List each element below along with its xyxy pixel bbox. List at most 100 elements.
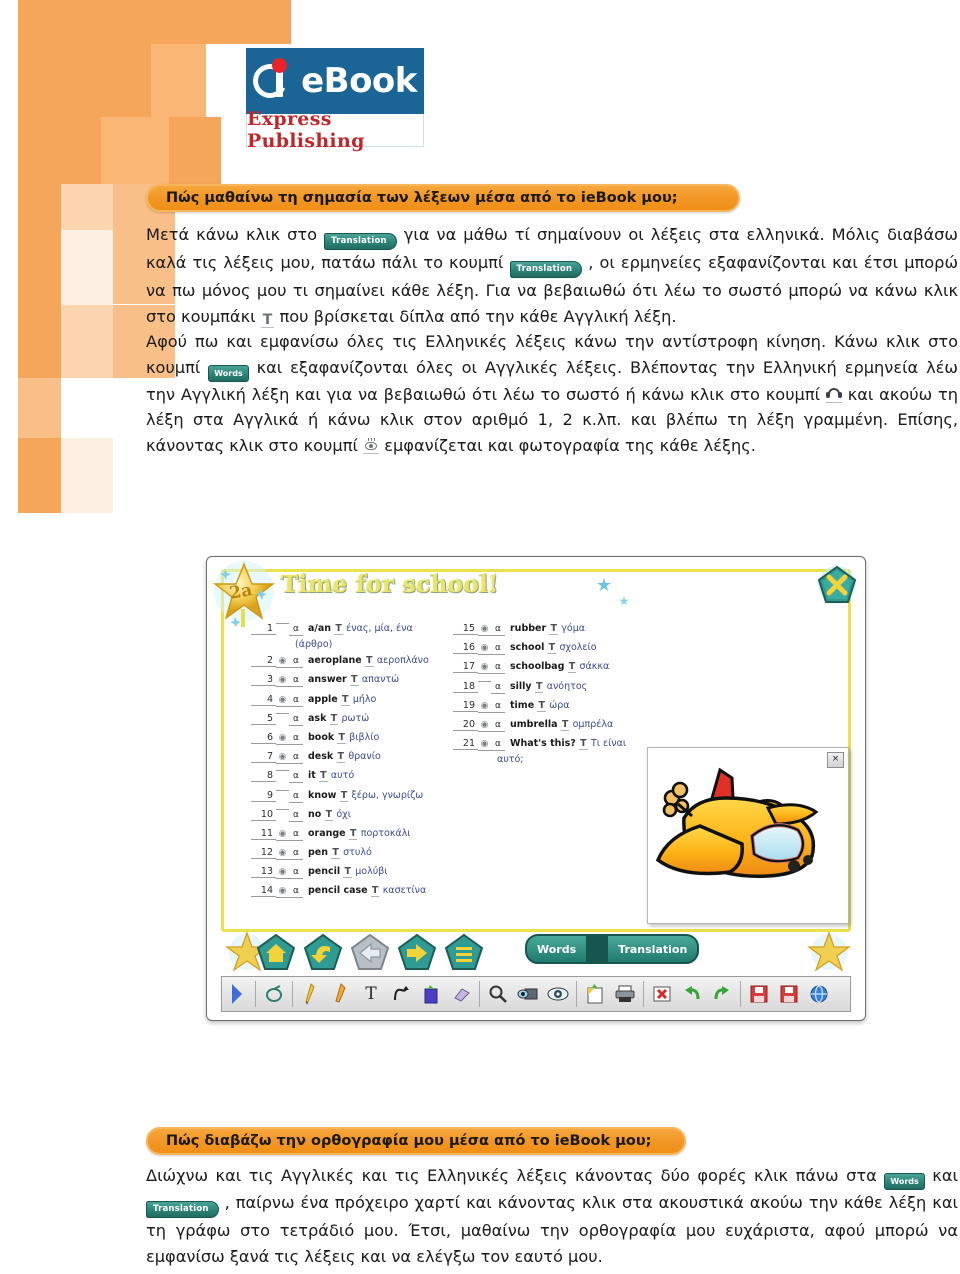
word-audio-button[interactable]: ⍺ <box>289 713 303 726</box>
word-audio-button[interactable]: ⍺ <box>289 655 303 669</box>
hide-tool-icon[interactable] <box>513 979 543 1009</box>
word-translate-toggle[interactable]: T <box>329 712 339 725</box>
word-row[interactable]: 16 ◉ ⍺ school T σχολείο <box>453 642 653 656</box>
headphones-icon[interactable]: ⍺ <box>495 739 501 749</box>
headphones-icon[interactable]: ⍺ <box>293 656 299 666</box>
word-number[interactable]: 12 <box>251 847 276 860</box>
headphones-icon[interactable] <box>825 387 842 403</box>
word-audio-button[interactable]: ⍺ <box>491 642 505 656</box>
word-translate-toggle[interactable]: T <box>370 885 380 898</box>
web-tool-icon[interactable] <box>804 979 834 1009</box>
word-row[interactable]: 4 ◉ ⍺ apple T μήλο <box>251 693 451 707</box>
word-row[interactable]: 19 ◉ ⍺ time T ώρα <box>453 699 653 713</box>
eye-icon[interactable]: ◉ <box>279 848 287 858</box>
zoom-tool-icon[interactable] <box>483 979 513 1009</box>
word-picture-toggle[interactable]: ◉ <box>276 751 289 765</box>
eye-icon[interactable]: ◉ <box>279 829 287 839</box>
word-number[interactable]: 2 <box>251 655 276 668</box>
headphones-icon[interactable]: ⍺ <box>293 791 299 801</box>
text-tool-icon[interactable]: T <box>356 979 386 1009</box>
home-button[interactable] <box>255 933 297 977</box>
word-number[interactable]: 10 <box>251 809 276 821</box>
headphones-icon[interactable]: ⍺ <box>293 848 299 858</box>
eye-icon[interactable]: ◉ <box>279 733 287 743</box>
save-as-tool-icon[interactable] <box>774 979 804 1009</box>
eye-icon[interactable]: ◉ <box>279 752 287 762</box>
word-picture-toggle[interactable]: ◉ <box>276 828 289 841</box>
print-tool-icon[interactable] <box>610 979 640 1009</box>
headphones-icon[interactable]: ⍺ <box>293 771 299 781</box>
word-translate-toggle[interactable]: T <box>365 655 374 668</box>
eye-icon[interactable]: ◉ <box>481 701 489 711</box>
word-number[interactable]: 19 <box>453 700 478 712</box>
app-toolbar[interactable]: T <box>221 976 851 1012</box>
word-picture-toggle[interactable]: ◉ <box>276 674 289 688</box>
picture-close-icon[interactable]: × <box>827 752 844 768</box>
back-arrow-button[interactable] <box>302 933 344 977</box>
word-row[interactable]: 12 ◉ ⍺ pen T στυλό <box>251 847 451 861</box>
word-picture-toggle[interactable] <box>276 623 289 624</box>
headphones-icon[interactable]: ⍺ <box>293 867 299 877</box>
pen-tool-icon[interactable] <box>296 979 326 1009</box>
word-row[interactable]: 18 ⍺ silly T ανόητος <box>453 680 653 694</box>
word-row[interactable]: 6 ◉ ⍺ book T βιβλίο <box>251 731 451 745</box>
word-translate-toggle[interactable]: T <box>567 661 577 674</box>
word-number[interactable]: 6 <box>251 732 276 744</box>
shape-tool-icon[interactable] <box>416 979 446 1009</box>
word-row[interactable]: 20 ◉ ⍺ umbrella T ομπρέλα <box>453 718 653 732</box>
word-audio-button[interactable]: ⍺ <box>491 661 505 675</box>
translation-button-inline-2[interactable]: Translation <box>509 261 583 278</box>
eye-icon[interactable]: ◉ <box>279 867 287 877</box>
redo-tool-icon[interactable] <box>707 979 737 1009</box>
word-audio-button[interactable]: ⍺ <box>491 623 505 636</box>
word-number[interactable]: 5 <box>251 713 276 725</box>
word-translate-toggle[interactable]: T <box>337 731 346 744</box>
word-row[interactable]: 1 ⍺ a/an T ένας, μία, ένα <box>251 623 451 636</box>
headphones-icon[interactable]: ⍺ <box>293 695 299 705</box>
word-translate-toggle[interactable]: T <box>336 751 346 764</box>
save-tool-icon[interactable] <box>744 979 774 1009</box>
words-tab[interactable]: Words <box>527 943 586 956</box>
word-audio-button[interactable]: ⍺ <box>491 681 505 694</box>
word-picture-toggle[interactable]: ◉ <box>276 866 289 880</box>
word-audio-button[interactable]: ⍺ <box>289 847 303 861</box>
word-translate-toggle[interactable]: T <box>350 674 359 687</box>
eye-icon[interactable]: ◉ <box>481 739 489 749</box>
contents-button[interactable] <box>443 933 485 977</box>
headphones-icon[interactable]: ⍺ <box>293 752 299 762</box>
word-picture-toggle[interactable] <box>276 712 289 714</box>
word-audio-button[interactable]: ⍺ <box>289 828 303 841</box>
eraser-tool-icon[interactable] <box>446 979 476 1009</box>
word-picture-toggle[interactable]: ◉ <box>478 700 491 713</box>
word-row[interactable]: 17 ◉ ⍺ schoolbag T σάκκα <box>453 661 653 675</box>
word-picture-toggle[interactable]: ◉ <box>478 642 491 656</box>
mouse-pointer-tool-icon[interactable] <box>259 979 289 1009</box>
word-translate-toggle[interactable]: T <box>334 623 343 635</box>
word-number[interactable]: 7 <box>251 751 276 764</box>
headphones-icon[interactable]: ⍺ <box>495 720 501 730</box>
word-translate-toggle[interactable]: T <box>343 866 352 879</box>
headphones-icon[interactable]: ⍺ <box>293 810 299 820</box>
eye-icon[interactable]: ◉ <box>481 624 489 634</box>
word-translate-toggle[interactable]: T <box>324 808 334 821</box>
word-translate-toggle[interactable]: T <box>537 699 546 712</box>
expand-panel-arrow-icon[interactable] <box>222 979 252 1009</box>
word-number[interactable]: 18 <box>453 681 478 693</box>
word-number[interactable]: 3 <box>251 674 276 687</box>
word-picture-toggle[interactable] <box>276 789 289 791</box>
eye-icon[interactable] <box>363 437 380 454</box>
word-audio-button[interactable]: ⍺ <box>491 719 505 732</box>
word-number[interactable]: 4 <box>251 694 276 706</box>
word-audio-button[interactable]: ⍺ <box>289 809 303 822</box>
word-row[interactable]: 8 ⍺ it T αυτό <box>251 770 451 784</box>
translation-button-inline-3[interactable]: Translation <box>146 1201 219 1218</box>
word-number[interactable]: 17 <box>453 661 478 674</box>
word-audio-button[interactable]: ⍺ <box>289 694 303 707</box>
word-audio-button[interactable]: ⍺ <box>289 866 303 880</box>
headphones-icon[interactable]: ⍺ <box>293 733 299 743</box>
word-number[interactable]: 20 <box>453 719 478 731</box>
headphones-icon[interactable]: ⍺ <box>495 624 501 634</box>
word-row[interactable]: 11 ◉ ⍺ orange T πορτοκάλι <box>251 827 451 841</box>
word-audio-button[interactable]: ⍺ <box>491 700 505 713</box>
word-picture-toggle[interactable]: ◉ <box>276 694 289 707</box>
